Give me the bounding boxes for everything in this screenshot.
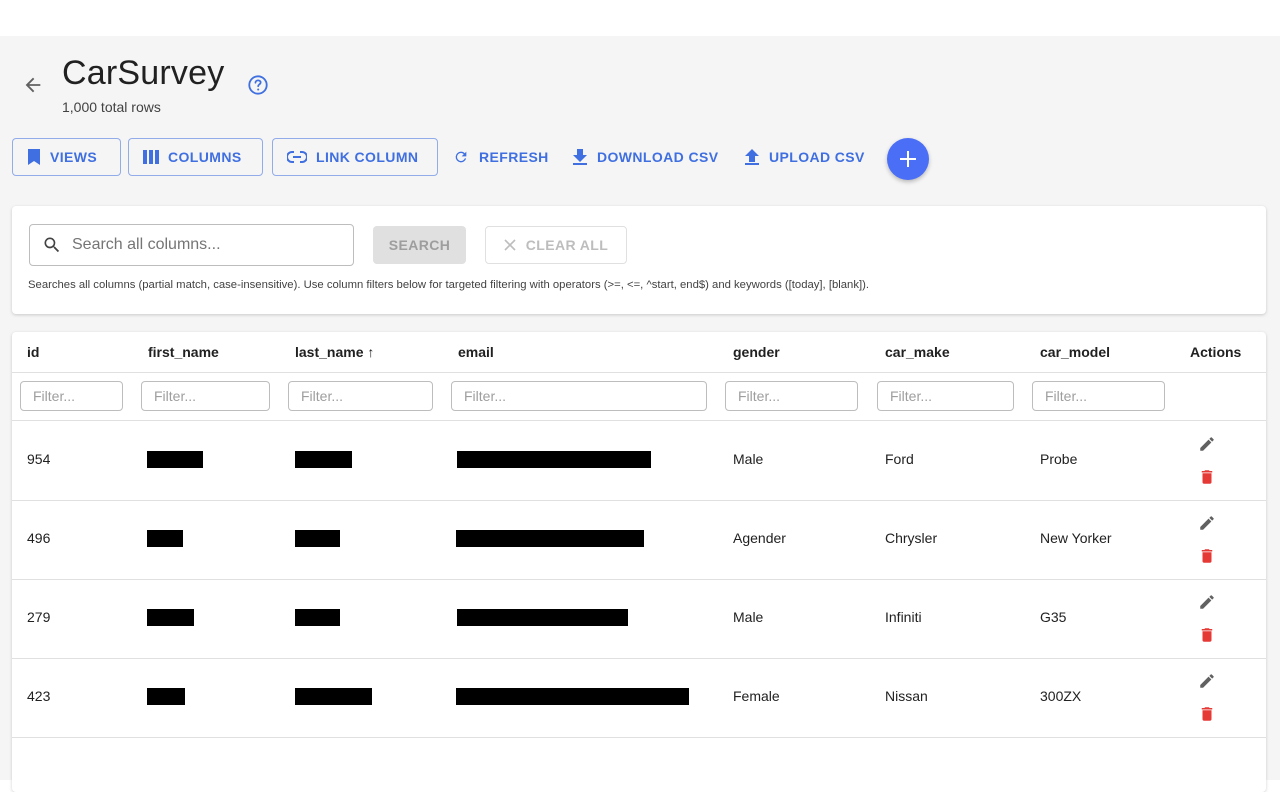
upload-csv-button[interactable]: UPLOAD CSV xyxy=(745,138,865,176)
bookmark-icon xyxy=(28,149,40,165)
add-row-button[interactable] xyxy=(887,138,929,180)
link-column-label: LINK COLUMN xyxy=(316,149,419,165)
column-header-first-name[interactable]: first_name xyxy=(148,344,219,360)
clear-all-label: CLEAR ALL xyxy=(525,237,609,253)
edit-icon[interactable] xyxy=(1198,672,1216,690)
edit-icon[interactable] xyxy=(1198,514,1216,532)
redacted-email xyxy=(457,609,628,626)
table-row: 423 Female Nissan 300ZX xyxy=(12,658,1266,738)
delete-icon[interactable] xyxy=(1198,467,1216,487)
column-header-car-model[interactable]: car_model xyxy=(1040,344,1110,360)
redacted-last-name xyxy=(295,530,340,547)
cell-car-model: G35 xyxy=(1040,609,1067,625)
cell-gender: Female xyxy=(733,688,780,704)
column-header-car-make[interactable]: car_make xyxy=(885,344,950,360)
download-csv-button[interactable]: DOWNLOAD CSV xyxy=(573,138,718,176)
redacted-email xyxy=(456,688,689,705)
cell-id: 423 xyxy=(27,688,51,704)
plus-icon xyxy=(900,151,916,167)
redacted-email xyxy=(456,530,644,547)
search-panel: SEARCH CLEAR ALL Searches all columns (p… xyxy=(12,206,1266,314)
help-circle-icon[interactable] xyxy=(247,74,269,96)
cell-gender: Male xyxy=(733,609,764,625)
filter-email[interactable] xyxy=(451,381,707,411)
search-button[interactable]: SEARCH xyxy=(373,226,466,264)
column-header-last-name[interactable]: last_name ↑ xyxy=(295,344,374,360)
download-icon xyxy=(573,149,587,165)
cell-id: 279 xyxy=(27,609,51,625)
link-column-button[interactable]: LINK COLUMN xyxy=(272,138,438,176)
view-column-icon xyxy=(143,150,159,164)
column-header-gender[interactable]: gender xyxy=(733,344,780,360)
redacted-last-name xyxy=(295,451,352,468)
filter-first-name[interactable] xyxy=(141,381,270,411)
refresh-label: REFRESH xyxy=(479,149,549,165)
delete-icon[interactable] xyxy=(1198,704,1216,724)
cell-car-make: Nissan xyxy=(885,688,928,704)
column-header-actions: Actions xyxy=(1190,344,1242,360)
table-row: 496 Agender Chrysler New Yorker xyxy=(12,500,1266,580)
filter-last-name[interactable] xyxy=(288,381,433,411)
cell-gender: Agender xyxy=(733,530,786,546)
close-icon xyxy=(504,239,516,251)
redacted-first-name xyxy=(147,609,194,626)
edit-icon[interactable] xyxy=(1198,435,1216,453)
cell-car-make: Ford xyxy=(885,451,914,467)
upload-icon xyxy=(745,149,759,165)
redacted-email xyxy=(457,451,651,468)
redacted-first-name xyxy=(147,688,185,705)
filter-car-model[interactable] xyxy=(1032,381,1165,411)
cell-id: 496 xyxy=(27,530,51,546)
cell-car-model: 300ZX xyxy=(1040,688,1082,704)
redacted-last-name xyxy=(295,688,372,705)
cell-gender: Male xyxy=(733,451,764,467)
cell-car-make: Chrysler xyxy=(885,530,938,546)
link-icon xyxy=(287,151,307,163)
redacted-first-name xyxy=(147,530,183,547)
filter-gender[interactable] xyxy=(725,381,858,411)
page: CarSurvey 1,000 total rows VIEWS COLUMNS… xyxy=(0,36,1280,792)
filter-car-make[interactable] xyxy=(877,381,1014,411)
redacted-first-name xyxy=(147,451,203,468)
search-icon xyxy=(44,237,60,253)
search-hint: Searches all columns (partial match, cas… xyxy=(28,279,870,291)
data-table: id first_name last_name ↑ email gender c… xyxy=(12,332,1266,792)
column-header-id[interactable]: id xyxy=(27,344,39,360)
columns-button[interactable]: COLUMNS xyxy=(128,138,263,176)
cell-car-model: New Yorker xyxy=(1040,530,1112,546)
download-csv-label: DOWNLOAD CSV xyxy=(597,149,719,165)
cell-id: 954 xyxy=(27,451,51,467)
row-count: 1,000 total rows xyxy=(62,99,161,115)
toolbar: VIEWS COLUMNS LINK COLUMN REFRESH DOWNLO… xyxy=(12,138,1272,180)
views-button[interactable]: VIEWS xyxy=(12,138,121,176)
upload-csv-label: UPLOAD CSV xyxy=(769,149,865,165)
table-header: id first_name last_name ↑ email gender c… xyxy=(12,332,1266,373)
filter-id[interactable] xyxy=(20,381,123,411)
refresh-button[interactable]: REFRESH xyxy=(453,138,549,176)
table-row: 279 Male Infiniti G35 xyxy=(12,579,1266,659)
search-input[interactable] xyxy=(70,235,334,255)
column-header-email[interactable]: email xyxy=(458,344,494,360)
page-header: CarSurvey 1,000 total rows xyxy=(0,36,1280,136)
clear-all-button[interactable]: CLEAR ALL xyxy=(485,226,627,264)
columns-label: COLUMNS xyxy=(168,149,242,165)
delete-icon[interactable] xyxy=(1198,546,1216,566)
arrow-left-icon[interactable] xyxy=(22,74,44,96)
filter-row xyxy=(12,372,1266,421)
page-title: CarSurvey xyxy=(62,54,225,92)
redacted-last-name xyxy=(295,609,340,626)
edit-icon[interactable] xyxy=(1198,593,1216,611)
table-row: 954 Male Ford Probe xyxy=(12,421,1266,501)
refresh-icon xyxy=(455,151,467,163)
cell-car-model: Probe xyxy=(1040,451,1078,467)
views-label: VIEWS xyxy=(50,149,98,165)
cell-car-make: Infiniti xyxy=(885,609,922,625)
search-field[interactable] xyxy=(29,224,354,266)
delete-icon[interactable] xyxy=(1198,625,1216,645)
